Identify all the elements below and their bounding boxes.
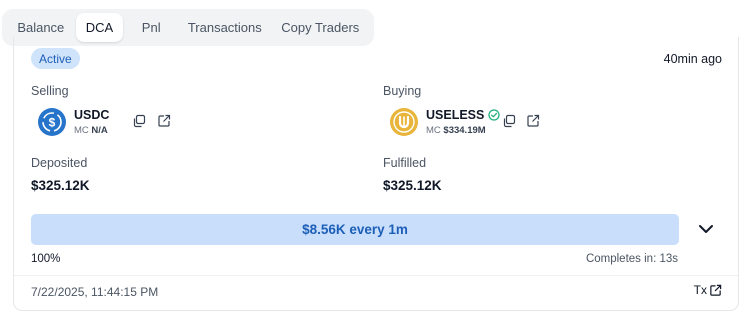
svg-text:$: $ <box>49 116 56 130</box>
chevron-down-icon[interactable] <box>697 222 715 236</box>
deposited-label: Deposited <box>31 156 88 170</box>
created-timestamp: 7/22/2025, 11:44:15 PM <box>31 285 159 299</box>
external-link-icon[interactable] <box>157 114 171 128</box>
fulfilled-label: Fulfilled <box>383 156 427 170</box>
external-link-icon <box>710 284 722 296</box>
completes-in: Completes in: 13s <box>585 253 678 265</box>
usdc-logo-icon: $ <box>38 108 66 136</box>
buying-label: Buying <box>383 84 422 98</box>
selling-symbol: USDC <box>74 108 110 122</box>
copy-icon[interactable] <box>132 114 146 128</box>
selling-token: $ USDC MC N/A <box>38 108 109 136</box>
tx-link[interactable]: Tx <box>694 283 722 297</box>
divider <box>14 275 738 276</box>
copy-icon[interactable] <box>502 114 516 128</box>
progress-percent: 100% <box>31 253 61 265</box>
buying-market-cap: MC $334.19M <box>426 125 486 136</box>
deposited-value: $325.12K <box>31 178 90 193</box>
external-link-icon[interactable] <box>526 114 540 128</box>
dca-order-card: Active 40min ago Selling $ USDC MC N/A B… <box>13 37 739 311</box>
order-age: 40min ago <box>663 52 722 66</box>
status-badge: Active <box>31 48 80 69</box>
selling-market-cap: MC N/A <box>74 125 108 136</box>
dca-progress-bar: $8.56K every 1m <box>31 214 679 245</box>
useless-logo-icon <box>390 108 418 136</box>
selling-label: Selling <box>31 84 69 98</box>
buying-symbol: USELESS <box>426 108 501 122</box>
fulfilled-value: $325.12K <box>383 178 442 193</box>
verified-check-icon <box>488 109 501 121</box>
buying-token: USELESS MC $334.19M <box>390 108 501 136</box>
dca-frequency: $8.56K every 1m <box>302 222 408 237</box>
